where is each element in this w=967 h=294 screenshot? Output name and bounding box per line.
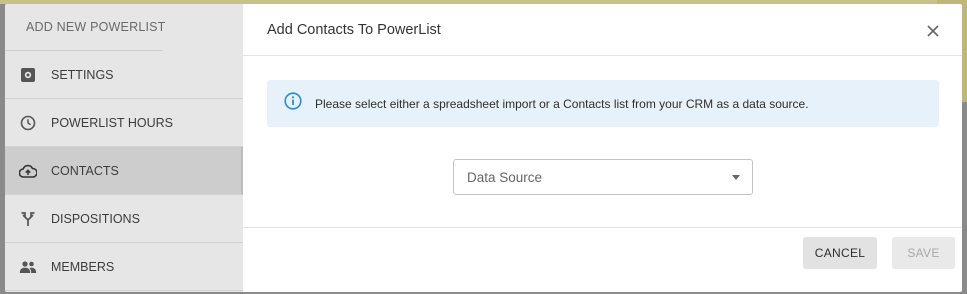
caret-down-icon <box>732 175 740 180</box>
close-icon[interactable] <box>926 24 942 40</box>
add-powerlist-modal: ADD NEW POWERLIST SETTINGS POWERLIST HOU… <box>5 4 962 292</box>
info-text: Please select either a spreadsheet impor… <box>315 96 809 111</box>
gear-icon <box>18 65 38 85</box>
people-icon <box>18 257 38 277</box>
dialog-header: Add Contacts To PowerList <box>243 4 962 56</box>
clock-icon <box>18 113 38 133</box>
sidebar-header: ADD NEW POWERLIST <box>26 20 166 34</box>
sidebar-item-contacts[interactable]: CONTACTS <box>5 147 243 195</box>
dialog-footer: CANCEL SAVE <box>243 227 962 292</box>
data-source-placeholder: Data Source <box>467 169 543 185</box>
dialog-title: Add Contacts To PowerList <box>267 21 441 38</box>
dialog-main: Add Contacts To PowerList Please select … <box>243 4 962 292</box>
sidebar-item-label: SETTINGS <box>51 67 114 82</box>
split-arrows-icon <box>18 209 38 229</box>
data-source-select[interactable]: Data Source <box>453 159 753 195</box>
sidebar-item-members[interactable]: MEMBERS <box>5 243 243 291</box>
cloud-upload-icon <box>18 161 38 181</box>
sidebar-item-settings[interactable]: SETTINGS <box>5 51 243 99</box>
info-banner: Please select either a spreadsheet impor… <box>267 80 939 127</box>
sidebar: ADD NEW POWERLIST SETTINGS POWERLIST HOU… <box>5 4 243 292</box>
sidebar-item-label: CONTACTS <box>51 163 119 178</box>
sidebar-item-label: DISPOSITIONS <box>51 211 140 226</box>
sidebar-item-label: MEMBERS <box>51 259 115 274</box>
sidebar-item-dispositions[interactable]: DISPOSITIONS <box>5 195 243 243</box>
sidebar-item-label: POWERLIST HOURS <box>51 115 174 130</box>
info-icon <box>284 92 302 115</box>
cancel-button[interactable]: CANCEL <box>803 237 877 269</box>
save-button[interactable]: SAVE <box>892 237 955 269</box>
sidebar-item-powerlist-hours[interactable]: POWERLIST HOURS <box>5 99 243 147</box>
